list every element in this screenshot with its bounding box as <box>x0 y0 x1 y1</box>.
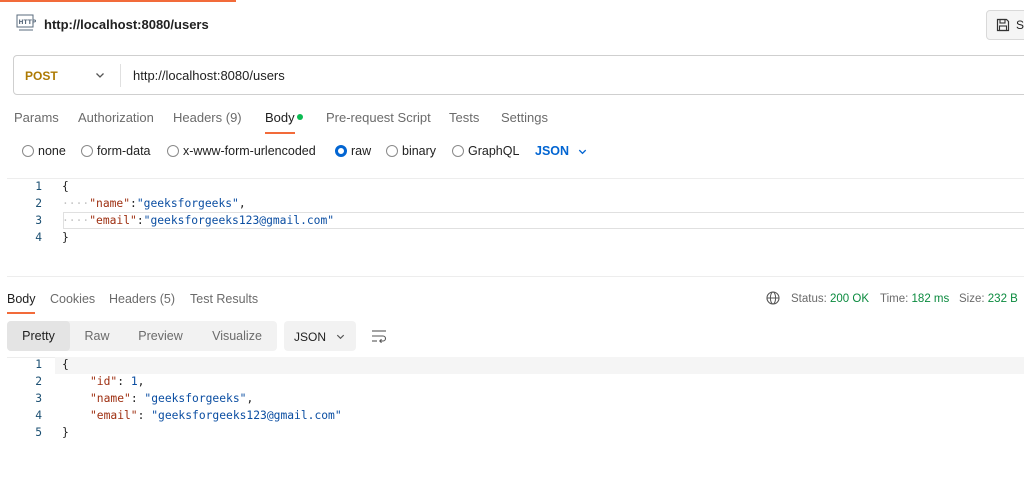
view-visualize-button[interactable]: Visualize <box>197 321 277 351</box>
radio-raw[interactable] <box>335 145 347 157</box>
request-header: HTTP http://localhost:8080/users S <box>0 0 1024 48</box>
tab-params[interactable]: Params <box>14 110 59 125</box>
view-pretty-button[interactable]: Pretty <box>7 321 70 351</box>
save-button-label: S <box>1016 18 1024 32</box>
url-divider <box>120 64 121 87</box>
line-number: 1 <box>35 358 42 371</box>
tab-authorization[interactable]: Authorization <box>78 110 154 125</box>
globe-icon[interactable] <box>766 291 780 305</box>
radio-x-www-form-urlencoded[interactable] <box>167 145 179 157</box>
code-line: "name": "geeksforgeeks", <box>90 392 254 405</box>
body-modified-dot <box>297 114 303 120</box>
response-tab-cookies[interactable]: Cookies <box>50 292 95 306</box>
radio-graphql-label[interactable]: GraphQL <box>468 144 519 158</box>
radio-x-www-form-urlencoded-label[interactable]: x-www-form-urlencoded <box>183 144 316 158</box>
line-number: 2 <box>35 375 42 388</box>
tab-settings[interactable]: Settings <box>501 110 548 125</box>
view-raw-button[interactable]: Raw <box>70 321 124 351</box>
code-line: "email": "geeksforgeeks123@gmail.com" <box>90 409 342 422</box>
code-brace: { <box>62 180 69 193</box>
radio-none[interactable] <box>22 145 34 157</box>
svg-text:HTTP: HTTP <box>19 19 37 26</box>
response-tab-headers[interactable]: Headers (5) <box>109 292 175 306</box>
line-number: 3 <box>35 214 42 227</box>
code-brace: } <box>62 231 69 244</box>
radio-binary[interactable] <box>386 145 398 157</box>
url-bar: POST http://localhost:8080/users <box>13 55 1024 95</box>
chevron-down-icon[interactable] <box>577 146 588 157</box>
radio-none-label[interactable]: none <box>38 144 66 158</box>
raw-format-select[interactable]: JSON <box>535 144 569 158</box>
line-number: 5 <box>35 426 42 439</box>
line-number: 1 <box>35 180 42 193</box>
response-status[interactable]: Status: 200 OK <box>791 293 869 305</box>
method-select[interactable]: POST <box>25 69 58 83</box>
tab-pre-request-script[interactable]: Pre-request Script <box>326 110 431 125</box>
line-number: 2 <box>35 197 42 210</box>
chevron-down-icon[interactable] <box>94 69 106 81</box>
radio-raw-label[interactable]: raw <box>351 144 371 158</box>
response-tab-body[interactable]: Body <box>7 292 36 306</box>
view-preview-button[interactable]: Preview <box>124 321 197 351</box>
code-line: "id": 1, <box>90 375 145 388</box>
chevron-down-icon <box>336 334 345 340</box>
active-tab-underline <box>265 132 295 134</box>
url-input[interactable]: http://localhost:8080/users <box>133 68 285 83</box>
radio-form-data[interactable] <box>81 145 93 157</box>
request-tab-title: http://localhost:8080/users <box>44 17 209 32</box>
line-number: 4 <box>35 231 42 244</box>
wrap-lines-icon[interactable] <box>371 329 387 343</box>
response-format-label: JSON <box>294 330 327 344</box>
tab-tests[interactable]: Tests <box>449 110 479 125</box>
tab-headers[interactable]: Headers (9) <box>173 110 242 125</box>
code-line: ····"name":"geeksforgeeks", <box>62 197 246 210</box>
code-brace: { <box>62 358 69 371</box>
view-mode-group: Pretty Raw Preview Visualize <box>7 321 277 351</box>
response-size[interactable]: Size: 232 B <box>959 293 1018 305</box>
response-time[interactable]: Time: 182 ms <box>880 293 949 305</box>
code-brace: } <box>62 426 69 439</box>
active-response-tab-underline <box>7 312 35 314</box>
code-line: ····"email":"geeksforgeeks123@gmail.com" <box>62 214 335 227</box>
radio-graphql[interactable] <box>452 145 464 157</box>
response-format-select[interactable]: JSON <box>284 321 356 351</box>
tab-body[interactable]: Body <box>265 110 295 125</box>
line-number: 3 <box>35 392 42 405</box>
radio-form-data-label[interactable]: form-data <box>97 144 151 158</box>
response-tab-test-results[interactable]: Test Results <box>190 292 258 306</box>
response-line-highlight <box>55 357 1024 374</box>
radio-binary-label[interactable]: binary <box>402 144 436 158</box>
save-icon <box>996 18 1010 32</box>
line-number: 4 <box>35 409 42 422</box>
save-button[interactable]: S <box>986 10 1024 40</box>
http-request-icon: HTTP <box>16 14 37 31</box>
